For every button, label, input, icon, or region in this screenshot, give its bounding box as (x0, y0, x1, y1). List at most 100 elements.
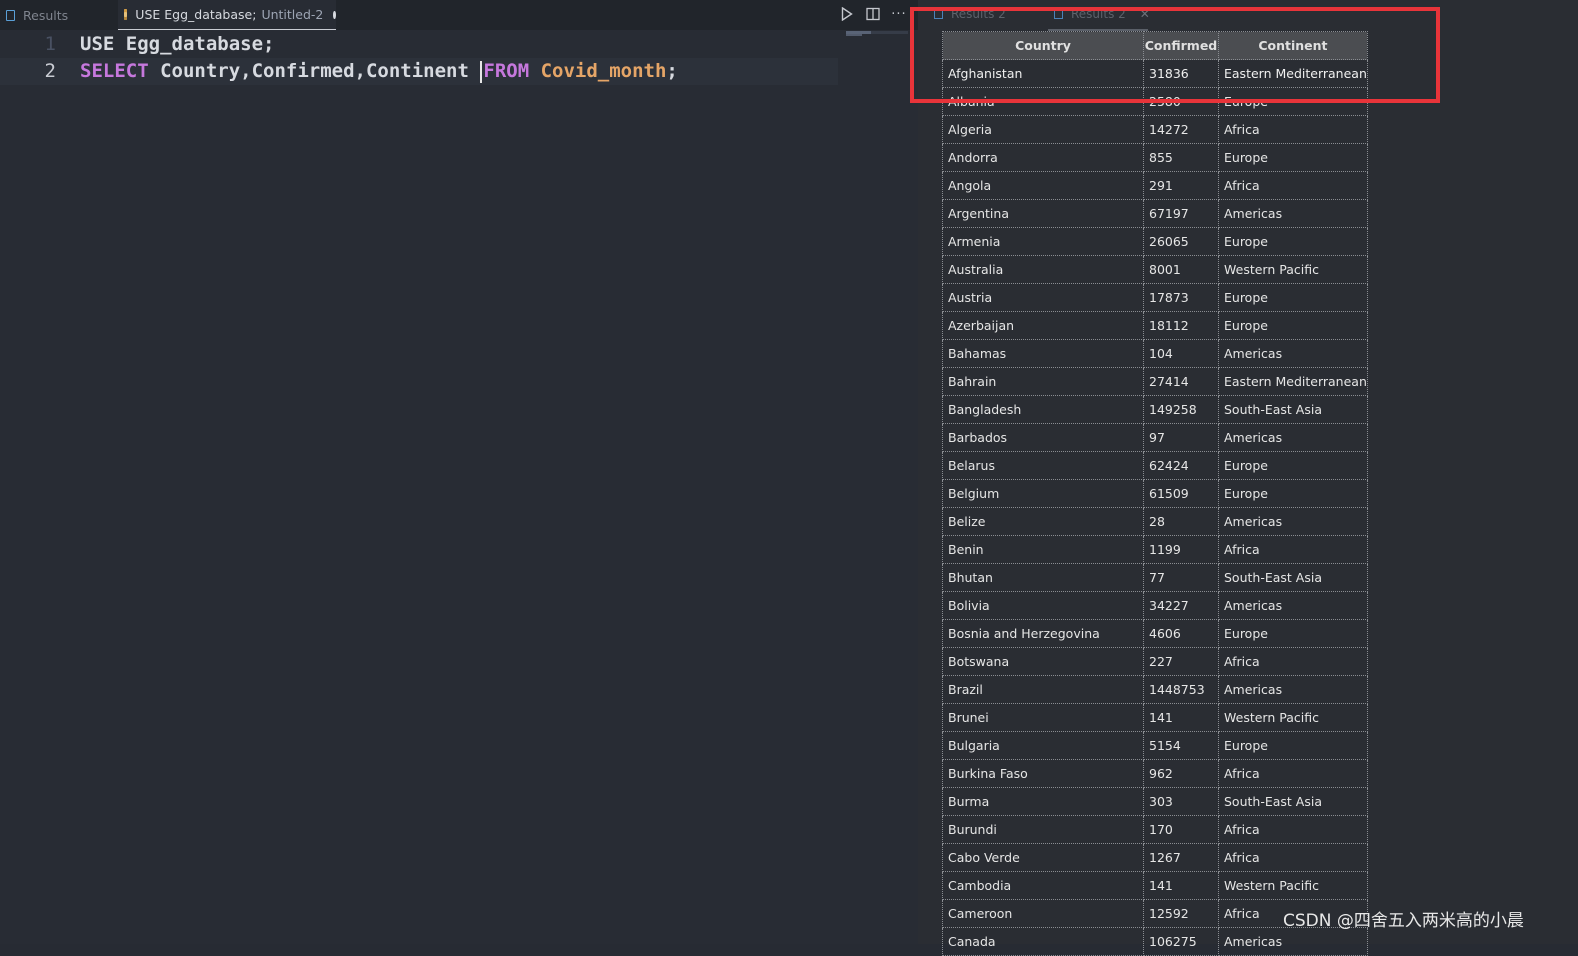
cell-confirmed[interactable]: 5154 (1143, 731, 1219, 760)
table-row[interactable]: Andorra 855 Europe (942, 143, 1368, 172)
cell-confirmed[interactable]: 12592 (1143, 899, 1219, 928)
cell-continent[interactable]: Europe (1218, 311, 1368, 340)
cell-continent[interactable]: Africa (1218, 115, 1368, 144)
code-line[interactable]: 2 SELECT Country,Confirmed,Continent FROM… (0, 58, 838, 85)
cell-country[interactable]: Bulgaria (942, 731, 1144, 760)
table-row[interactable]: Brunei 141 Western Pacific (942, 703, 1368, 732)
table-row[interactable]: Australia 8001 Western Pacific (942, 255, 1368, 284)
column-header-country[interactable]: Country (942, 31, 1144, 60)
column-header-confirmed[interactable]: Confirmed (1143, 31, 1219, 60)
table-row[interactable]: Burma 303 South-East Asia (942, 787, 1368, 816)
column-header-continent[interactable]: Continent (1218, 31, 1368, 60)
table-row[interactable]: Bangladesh 149258 South-East Asia (942, 395, 1368, 424)
table-row[interactable]: Bosnia and Herzegovina 4606 Europe (942, 619, 1368, 648)
cell-continent[interactable]: Africa (1218, 843, 1368, 872)
cell-country[interactable]: Burundi (942, 815, 1144, 844)
cell-country[interactable]: Bolivia (942, 591, 1144, 620)
cell-confirmed[interactable]: 61509 (1143, 479, 1219, 508)
cell-country[interactable]: Cameroon (942, 899, 1144, 928)
cell-continent[interactable]: Western Pacific (1218, 703, 1368, 732)
more-actions-icon[interactable]: ··· (890, 6, 908, 22)
table-row[interactable]: Bhutan 77 South-East Asia (942, 563, 1368, 592)
cell-confirmed[interactable]: 141 (1143, 703, 1219, 732)
close-icon[interactable]: ✕ (1140, 7, 1150, 21)
cell-continent[interactable]: South-East Asia (1218, 395, 1368, 424)
cell-confirmed[interactable]: 14272 (1143, 115, 1219, 144)
cell-confirmed[interactable]: 18112 (1143, 311, 1219, 340)
cell-country[interactable]: Bosnia and Herzegovina (942, 619, 1144, 648)
cell-confirmed[interactable]: 26065 (1143, 227, 1219, 256)
table-row[interactable]: Cambodia 141 Western Pacific (942, 871, 1368, 900)
cell-continent[interactable]: Europe (1218, 479, 1368, 508)
cell-country[interactable]: Andorra (942, 143, 1144, 172)
cell-confirmed[interactable]: 303 (1143, 787, 1219, 816)
cell-country[interactable]: Australia (942, 255, 1144, 284)
cell-continent[interactable]: Africa (1218, 171, 1368, 200)
table-row[interactable]: Bulgaria 5154 Europe (942, 731, 1368, 760)
cell-country[interactable]: Burma (942, 787, 1144, 816)
cell-confirmed[interactable]: 28 (1143, 507, 1219, 536)
tab-query[interactable]: USE Egg_database; Untitled-2 (118, 0, 336, 30)
cell-confirmed[interactable]: 227 (1143, 647, 1219, 676)
table-row[interactable]: Belgium 61509 Europe (942, 479, 1368, 508)
code-editor[interactable]: 1 USE Egg_database; 2 SELECT Country,Confir… (0, 31, 838, 85)
cell-confirmed[interactable]: 1199 (1143, 535, 1219, 564)
cell-confirmed[interactable]: 1448753 (1143, 675, 1219, 704)
cell-country[interactable]: Belize (942, 507, 1144, 536)
cell-country[interactable]: Cambodia (942, 871, 1144, 900)
cell-confirmed[interactable]: 2580 (1143, 87, 1219, 116)
table-row[interactable]: Barbados 97 Americas (942, 423, 1368, 452)
cell-country[interactable]: Afghanistan (942, 59, 1144, 88)
cell-continent[interactable]: Eastern Mediterranean (1218, 367, 1368, 396)
tab-results[interactable]: Results (6, 0, 116, 30)
cell-continent[interactable]: Europe (1218, 227, 1368, 256)
cell-country[interactable]: Azerbaijan (942, 311, 1144, 340)
unsaved-dot-icon[interactable] (333, 10, 336, 19)
table-row[interactable]: Bolivia 34227 Americas (942, 591, 1368, 620)
cell-continent[interactable]: Africa (1218, 535, 1368, 564)
cell-confirmed[interactable]: 8001 (1143, 255, 1219, 284)
code-line[interactable]: 1 USE Egg_database; (0, 31, 838, 58)
cell-confirmed[interactable]: 149258 (1143, 395, 1219, 424)
cell-country[interactable]: Albania (942, 87, 1144, 116)
cell-continent[interactable]: Africa (1218, 759, 1368, 788)
cell-continent[interactable]: Americas (1218, 423, 1368, 452)
cell-country[interactable]: Bahrain (942, 367, 1144, 396)
play-icon[interactable] (840, 6, 854, 22)
cell-country[interactable]: Cabo Verde (942, 843, 1144, 872)
results-grid[interactable]: Country Confirmed Continent Afghanistan 3… (942, 31, 1368, 956)
table-row[interactable]: Azerbaijan 18112 Europe (942, 311, 1368, 340)
cell-country[interactable]: Brunei (942, 703, 1144, 732)
table-row[interactable]: Belarus 62424 Europe (942, 451, 1368, 480)
cell-country[interactable]: Austria (942, 283, 1144, 312)
cell-confirmed[interactable]: 34227 (1143, 591, 1219, 620)
results-tab-1[interactable]: Results 2 (934, 4, 1006, 24)
table-row[interactable]: Angola 291 Africa (942, 171, 1368, 200)
cell-continent[interactable]: Western Pacific (1218, 871, 1368, 900)
table-row[interactable]: Belize 28 Americas (942, 507, 1368, 536)
table-row[interactable]: Bahamas 104 Americas (942, 339, 1368, 368)
cell-continent[interactable]: Americas (1218, 591, 1368, 620)
cell-confirmed[interactable]: 31836 (1143, 59, 1219, 88)
cell-country[interactable]: Bhutan (942, 563, 1144, 592)
cell-country[interactable]: Bangladesh (942, 395, 1144, 424)
cell-country[interactable]: Brazil (942, 675, 1144, 704)
table-row[interactable]: Afghanistan 31836 Eastern Mediterranean (942, 59, 1368, 88)
cell-confirmed[interactable]: 962 (1143, 759, 1219, 788)
cell-continent[interactable]: Americas (1218, 199, 1368, 228)
table-row[interactable]: Botswana 227 Africa (942, 647, 1368, 676)
cell-confirmed[interactable]: 855 (1143, 143, 1219, 172)
cell-confirmed[interactable]: 170 (1143, 815, 1219, 844)
cell-continent[interactable]: Americas (1218, 339, 1368, 368)
cell-continent[interactable]: Europe (1218, 619, 1368, 648)
table-row[interactable]: Algeria 14272 Africa (942, 115, 1368, 144)
cell-country[interactable]: Belgium (942, 479, 1144, 508)
table-row[interactable]: Benin 1199 Africa (942, 535, 1368, 564)
cell-country[interactable]: Canada (942, 927, 1144, 956)
cell-confirmed[interactable]: 4606 (1143, 619, 1219, 648)
cell-confirmed[interactable]: 104 (1143, 339, 1219, 368)
cell-confirmed[interactable]: 67197 (1143, 199, 1219, 228)
cell-country[interactable]: Angola (942, 171, 1144, 200)
cell-continent[interactable]: Eastern Mediterranean (1218, 59, 1368, 88)
cell-continent[interactable]: Africa (1218, 647, 1368, 676)
